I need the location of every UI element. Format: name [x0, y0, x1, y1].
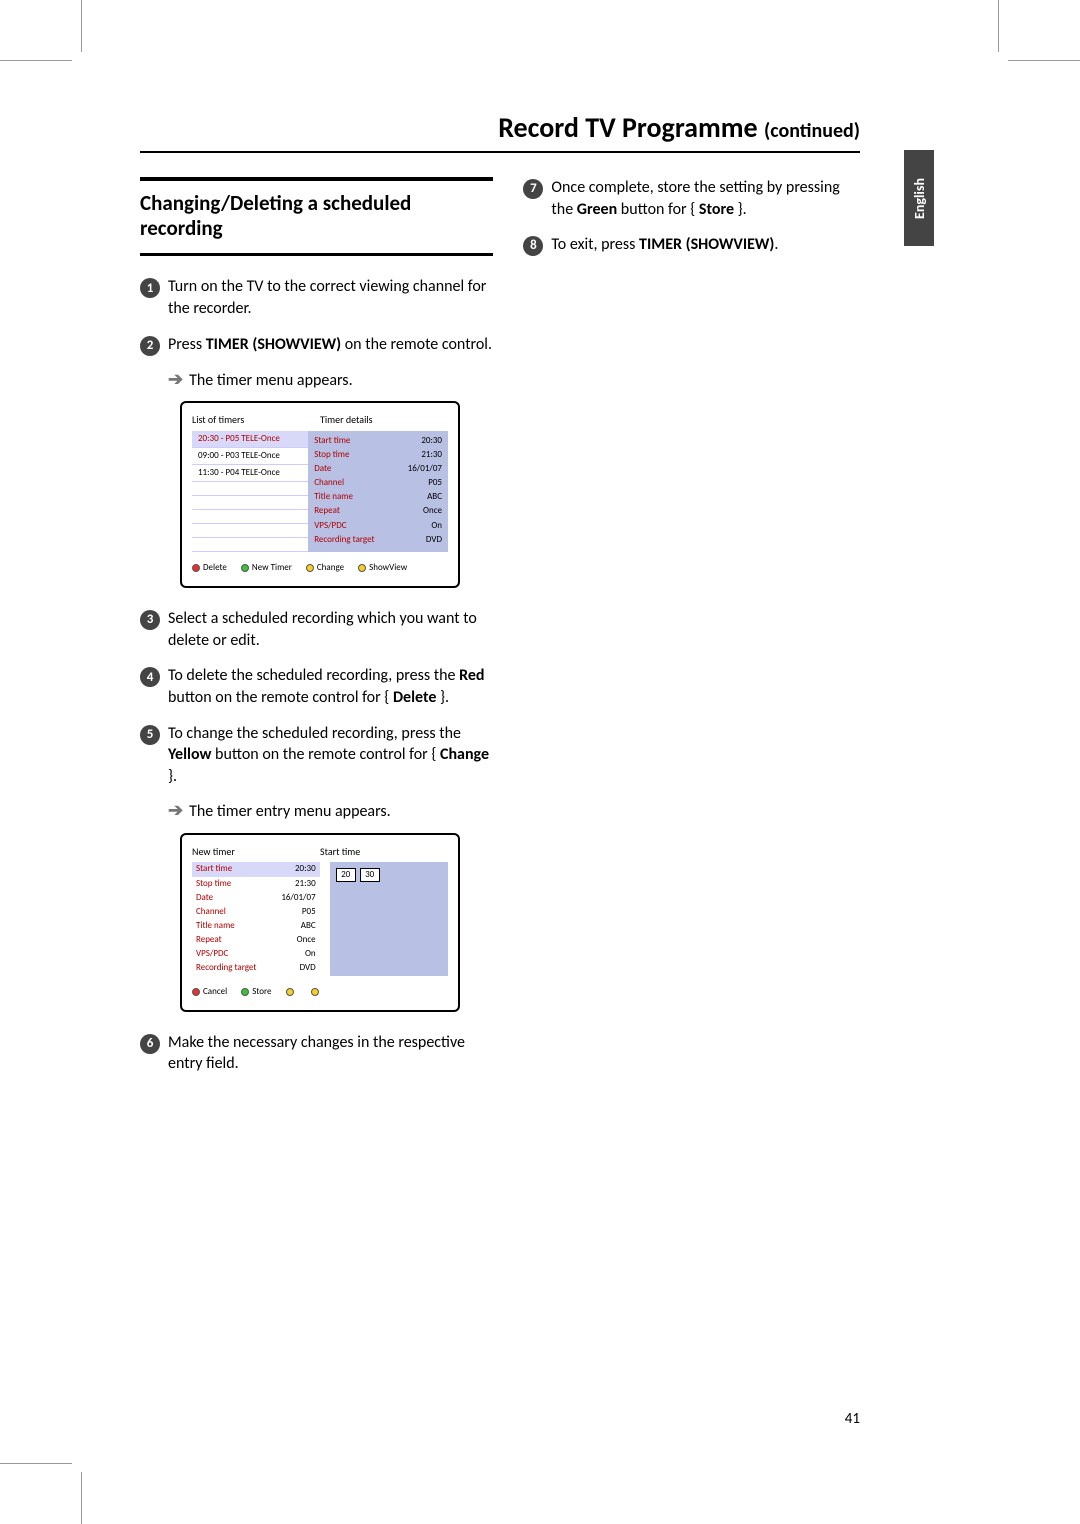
step-2: 2 Press TIMER (SHOWVIEW) on the remote co…: [140, 334, 493, 356]
yellow-dot-icon: [358, 564, 366, 572]
substep: ➔ The timer entry menu appears.: [168, 801, 493, 823]
timer-list-ui: List of timers Timer details 20:30 - P05…: [180, 401, 460, 588]
step-8: 8 To exit, press TIMER (SHOWVIEW).: [523, 234, 860, 256]
step-text: Make the necessary changes in the respec…: [168, 1032, 493, 1075]
ui1-header-left: List of timers: [192, 413, 320, 427]
yellow-dot-icon: [286, 988, 294, 996]
step-text: Once complete, store the setting by pres…: [551, 177, 860, 220]
entry-row: ChannelP05: [192, 905, 320, 919]
step-bullet: 4: [140, 667, 160, 687]
entry-row: RepeatOnce: [192, 933, 320, 947]
entry-row: Stop time21:30: [192, 877, 320, 891]
ui2-header-left: New timer: [192, 845, 320, 859]
step-7: 7 Once complete, store the setting by pre…: [523, 177, 860, 220]
step-bullet: 7: [523, 179, 543, 199]
timer-list-row: 11:30 - P04 TELE-Once: [192, 465, 308, 482]
step-text: To delete the scheduled recording, press…: [168, 665, 493, 708]
ui1-timer-list: 20:30 - P05 TELE-Once09:00 - P03 TELE-On…: [192, 431, 308, 552]
substep-text: The timer menu appears.: [189, 370, 493, 392]
step-text: Turn on the TV to the correct viewing ch…: [168, 276, 493, 319]
color-button-showview: ShowView: [358, 562, 407, 574]
arrow-icon: ➔: [168, 801, 183, 823]
entry-row: Title nameABC: [192, 919, 320, 933]
red-dot-icon: [192, 564, 200, 572]
green-dot-icon: [241, 988, 249, 996]
ui1-header-right: Timer details: [320, 413, 448, 427]
yellow-dot-icon: [306, 564, 314, 572]
entry-row: Recording targetDVD: [192, 961, 320, 975]
page-title-main: Record TV Programme: [498, 110, 757, 145]
step-5: 5 To change the scheduled recording, pres…: [140, 723, 493, 788]
ui1-timer-details: Start time20:30Stop time21:30Date16/01/0…: [308, 431, 448, 552]
ui2-header-right: Start time: [320, 845, 448, 859]
section-heading: Changing/Deleting a scheduled recording: [140, 177, 493, 256]
timer-detail-row: Title nameABC: [314, 490, 442, 504]
timer-detail-row: Date16/01/07: [314, 462, 442, 476]
color-button-store: Store: [241, 986, 271, 998]
right-column: 7 Once complete, store the setting by pre…: [523, 177, 860, 1089]
timer-detail-row: Start time20:30: [314, 434, 442, 448]
color-button-change: Change: [306, 562, 344, 574]
timer-detail-row: ChannelP05: [314, 476, 442, 490]
page-title: Record TV Programme (continued): [140, 110, 860, 153]
color-button-new timer: New Timer: [241, 562, 292, 574]
timer-detail-row: RepeatOnce: [314, 504, 442, 518]
arrow-icon: ➔: [168, 370, 183, 392]
step-bullet: 8: [523, 236, 543, 256]
language-tab: English: [904, 150, 934, 246]
timer-detail-row: Stop time21:30: [314, 448, 442, 462]
ui2-right-panel: 2030: [330, 862, 448, 975]
timer-list-row: 09:00 - P03 TELE-Once: [192, 448, 308, 465]
yellow-dot-icon: [311, 988, 319, 996]
color-button-blank: [286, 988, 297, 996]
timer-list-row: 20:30 - P05 TELE-Once: [192, 431, 308, 448]
color-button-blank: [311, 988, 322, 996]
timer-detail-row: Recording targetDVD: [314, 533, 442, 547]
step-1: 1 Turn on the TV to the correct viewing c…: [140, 276, 493, 319]
timer-entry-ui: New timer Start time Start time20:30Stop…: [180, 833, 460, 1012]
step-bullet: 3: [140, 610, 160, 630]
ui2-footer: Cancel Store: [192, 986, 448, 998]
time-cell: 30: [360, 868, 380, 882]
step-text: Press TIMER (SHOWVIEW) on the remote con…: [168, 334, 493, 356]
color-button-delete: Delete: [192, 562, 227, 574]
green-dot-icon: [241, 564, 249, 572]
step-bullet: 1: [140, 278, 160, 298]
step-6: 6 Make the necessary changes in the respe…: [140, 1032, 493, 1075]
page-title-suffix: (continued): [764, 119, 860, 143]
timer-detail-row: VPS/PDCOn: [314, 519, 442, 533]
step-3: 3 Select a scheduled recording which you …: [140, 608, 493, 651]
step-text: Select a scheduled recording which you w…: [168, 608, 493, 651]
ui2-left-panel: Start time20:30Stop time21:30Date16/01/0…: [192, 862, 320, 975]
step-text: To exit, press TIMER (SHOWVIEW).: [551, 234, 860, 256]
step-bullet: 5: [140, 725, 160, 745]
entry-row: VPS/PDCOn: [192, 947, 320, 961]
entry-row: Start time20:30: [192, 862, 320, 876]
step-bullet: 2: [140, 336, 160, 356]
step-4: 4 To delete the scheduled recording, pres…: [140, 665, 493, 708]
substep-text: The timer entry menu appears.: [189, 801, 493, 823]
step-bullet: 6: [140, 1034, 160, 1054]
ui1-footer: Delete New Timer Change ShowView: [192, 562, 448, 574]
color-button-cancel: Cancel: [192, 986, 227, 998]
entry-row: Date16/01/07: [192, 891, 320, 905]
page-number: 41: [845, 1410, 860, 1428]
manual-page: Record TV Programme (continued) English …: [140, 110, 860, 1089]
substep: ➔ The timer menu appears.: [168, 370, 493, 392]
left-column: Changing/Deleting a scheduled recording …: [140, 177, 493, 1089]
step-text: To change the scheduled recording, press…: [168, 723, 493, 788]
time-cell: 20: [336, 868, 356, 882]
language-label: English: [911, 178, 928, 219]
red-dot-icon: [192, 988, 200, 996]
